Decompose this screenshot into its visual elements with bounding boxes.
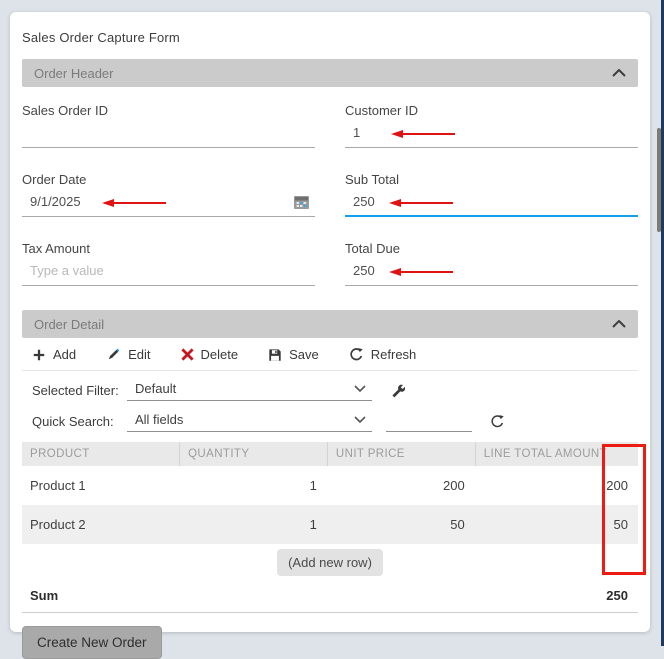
filter-select-value: Default — [135, 381, 176, 396]
detail-toolbar: Add Edit Delete — [22, 338, 638, 371]
quick-search-field-select[interactable]: All fields — [127, 410, 372, 432]
cell-product: Product 2 — [22, 517, 179, 532]
order-header-section-title: Order Header — [34, 66, 113, 81]
column-header-unit-price[interactable]: UNIT PRICE — [327, 442, 475, 466]
table-header-row: PRODUCT QUANTITY UNIT PRICE LINE TOTAL A… — [22, 442, 638, 466]
column-header-quantity[interactable]: QUANTITY — [179, 442, 327, 466]
add-new-row-band: (Add new row) — [22, 544, 638, 582]
total-due-input[interactable] — [345, 260, 638, 286]
add-button-label: Add — [53, 347, 76, 362]
add-new-row-button[interactable]: (Add new row) — [277, 549, 383, 576]
sales-order-form-card: Sales Order Capture Form Order Header Sa… — [10, 12, 650, 632]
chevron-up-icon[interactable] — [612, 69, 626, 77]
floppy-save-icon — [268, 348, 282, 362]
order-date-label: Order Date — [22, 172, 315, 187]
cell-quantity: 1 — [179, 478, 327, 493]
refresh-search-icon[interactable] — [490, 414, 505, 429]
edit-button[interactable]: Edit — [106, 347, 150, 362]
field-customer-id: Customer ID — [345, 103, 638, 148]
sub-total-input[interactable] — [345, 191, 638, 217]
cell-line-total: 50 — [475, 517, 638, 532]
field-tax-amount: Tax Amount — [22, 241, 315, 286]
table-row[interactable]: Product 1 1 200 200 — [22, 466, 638, 505]
cell-unit-price: 50 — [327, 517, 475, 532]
pencil-icon — [106, 347, 121, 362]
add-button[interactable]: Add — [32, 347, 76, 362]
sub-total-label: Sub Total — [345, 172, 638, 187]
quick-search-select-value: All fields — [135, 412, 183, 427]
order-header-section-bar[interactable]: Order Header — [22, 59, 638, 87]
page-title: Sales Order Capture Form — [22, 30, 638, 45]
cell-line-total: 200 — [475, 478, 638, 493]
delete-button[interactable]: Delete — [181, 347, 239, 362]
wrench-icon[interactable] — [390, 383, 405, 398]
table-row[interactable]: Product 2 1 50 50 — [22, 505, 638, 544]
create-new-order-button[interactable]: Create New Order — [22, 626, 162, 659]
chevron-up-icon[interactable] — [612, 320, 626, 328]
tax-amount-input[interactable] — [22, 260, 315, 286]
tax-amount-label: Tax Amount — [22, 241, 315, 256]
calendar-icon[interactable] — [294, 196, 309, 209]
refresh-icon — [349, 347, 364, 362]
customer-id-label: Customer ID — [345, 103, 638, 118]
quick-search-row: Quick Search: All fields — [32, 409, 638, 433]
sum-value: 250 — [606, 588, 628, 603]
delete-button-label: Delete — [201, 347, 239, 362]
order-date-input[interactable] — [22, 191, 315, 217]
field-order-date: Order Date — [22, 172, 315, 217]
order-detail-table: PRODUCT QUANTITY UNIT PRICE LINE TOTAL A… — [22, 442, 638, 613]
quick-search-label: Quick Search: — [32, 414, 127, 429]
selected-filter-row: Selected Filter: Default — [32, 378, 638, 402]
column-header-product[interactable]: PRODUCT — [22, 442, 179, 466]
field-total-due: Total Due — [345, 241, 638, 286]
sales-order-id-label: Sales Order ID — [22, 103, 315, 118]
save-button[interactable]: Save — [268, 347, 319, 362]
order-header-fields: Sales Order ID Customer ID Order Date — [22, 103, 638, 310]
cell-product: Product 1 — [22, 478, 179, 493]
chevron-down-icon — [354, 416, 366, 423]
total-due-label: Total Due — [345, 241, 638, 256]
sum-label: Sum — [30, 588, 58, 603]
customer-id-input[interactable] — [345, 122, 638, 148]
field-sales-order-id: Sales Order ID — [22, 103, 315, 148]
selected-filter-label: Selected Filter: — [32, 383, 127, 398]
sales-order-id-input[interactable] — [22, 122, 315, 148]
x-delete-icon — [181, 348, 194, 361]
order-detail-section-bar[interactable]: Order Detail — [22, 310, 638, 338]
edit-button-label: Edit — [128, 347, 150, 362]
save-button-label: Save — [289, 347, 319, 362]
chevron-down-icon — [354, 385, 366, 392]
quick-search-input[interactable] — [386, 410, 472, 432]
order-detail-section-title: Order Detail — [34, 317, 104, 332]
column-header-line-total[interactable]: LINE TOTAL AMOUNT — [475, 442, 638, 466]
filter-select[interactable]: Default — [127, 379, 372, 401]
refresh-button-label: Refresh — [371, 347, 417, 362]
plus-icon — [32, 348, 46, 362]
table-sum-row: Sum 250 — [22, 582, 638, 613]
cell-quantity: 1 — [179, 517, 327, 532]
cell-unit-price: 200 — [327, 478, 475, 493]
field-sub-total: Sub Total — [345, 172, 638, 217]
refresh-button[interactable]: Refresh — [349, 347, 417, 362]
